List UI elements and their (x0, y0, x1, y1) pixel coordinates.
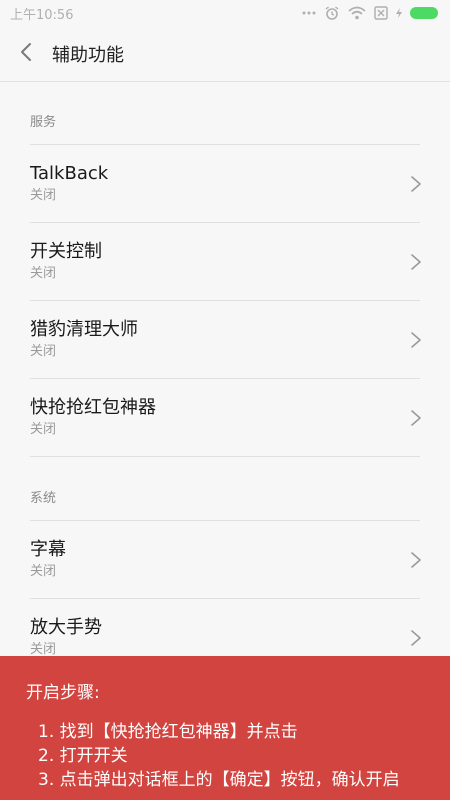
item-title: 放大手势 (30, 617, 102, 638)
guide-title: 开启步骤: (26, 683, 100, 703)
item-status: 关闭 (30, 422, 57, 437)
settings-list: 服务 TalkBack 关闭 开关控制 关闭 猎豹清理大师 关闭 快抢抢红包神器… (0, 83, 450, 677)
list-item-cleaner[interactable]: 猎豹清理大师 关闭 (30, 301, 421, 379)
item-title: 字幕 (30, 539, 66, 560)
chevron-right-icon (411, 331, 421, 348)
battery-icon (410, 7, 438, 19)
item-title: 开关控制 (30, 241, 102, 262)
item-status: 关闭 (30, 266, 57, 281)
guide-step: 3. 点击弹出对话框上的【确定】按钮，确认开启 (38, 770, 400, 790)
alarm-icon (324, 5, 340, 21)
charging-icon (396, 8, 402, 18)
guide-step: 2. 打开开关 (38, 746, 128, 766)
back-button[interactable] (0, 26, 52, 82)
chevron-right-icon (411, 409, 421, 426)
list-item-switch-access[interactable]: 开关控制 关闭 (30, 223, 421, 301)
item-title: 快抢抢红包神器 (30, 397, 156, 418)
list-item-talkback[interactable]: TalkBack 关闭 (30, 145, 421, 223)
section-header-system: 系统 (30, 457, 420, 521)
wifi-icon (348, 6, 366, 20)
more-dots-icon (302, 10, 316, 16)
no-sim-icon (374, 6, 388, 20)
title-bar: 辅助功能 (0, 26, 450, 82)
status-bar: 上午10:56 (0, 0, 450, 26)
list-item-red-packet[interactable]: 快抢抢红包神器 关闭 (30, 379, 421, 457)
chevron-right-icon (411, 551, 421, 568)
status-time: 上午10:56 (10, 7, 74, 23)
section-header-services: 服务 (30, 83, 420, 145)
page-title: 辅助功能 (52, 44, 124, 66)
item-title: 猎豹清理大师 (30, 319, 138, 340)
item-title: TalkBack (30, 163, 109, 184)
setup-guide-panel: 开启步骤: 1. 找到【快抢抢红包神器】并点击 2. 打开开关 3. 点击弹出对… (0, 656, 450, 800)
chevron-left-icon (20, 42, 32, 66)
list-item-captions[interactable]: 字幕 关闭 (30, 521, 421, 599)
item-status: 关闭 (30, 188, 57, 203)
chevron-right-icon (411, 629, 421, 646)
item-status: 关闭 (30, 564, 57, 579)
item-status: 关闭 (30, 344, 57, 359)
guide-step: 1. 找到【快抢抢红包神器】并点击 (38, 722, 298, 742)
chevron-right-icon (411, 175, 421, 192)
chevron-right-icon (411, 253, 421, 270)
status-icons (302, 5, 438, 21)
